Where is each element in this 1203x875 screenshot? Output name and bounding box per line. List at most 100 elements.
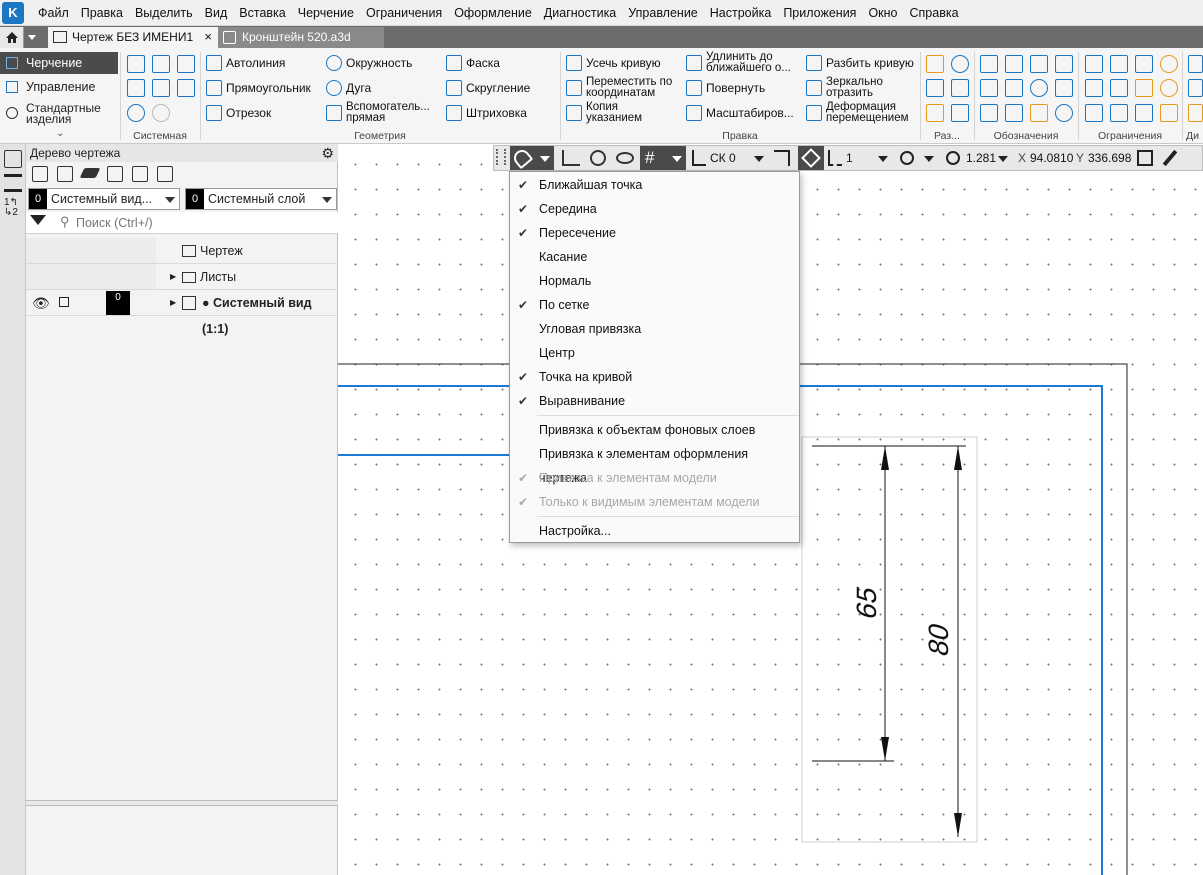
leader-icon[interactable] — [1055, 55, 1073, 73]
extend-button[interactable]: Удлинить до ближайшего о... — [684, 51, 802, 74]
collinear-icon[interactable] — [1110, 79, 1128, 97]
chamfer-button[interactable]: Фаска — [444, 52, 500, 74]
deform-button[interactable]: Деформация перемещением — [804, 101, 918, 124]
menu-2[interactable]: Выделить — [129, 0, 199, 26]
perpendicular-icon[interactable] — [1135, 55, 1153, 73]
save-all-icon[interactable] — [177, 79, 195, 97]
angle-dim-icon[interactable] — [951, 79, 969, 97]
position-icon[interactable] — [1030, 79, 1048, 97]
snap-menu-item[interactable]: Угловая привязка — [510, 317, 799, 341]
snap-menu-item[interactable]: ✔ Ближайшая точка — [510, 173, 799, 197]
hatch-button[interactable]: Штриховка — [444, 102, 527, 124]
table-icon[interactable] — [1005, 104, 1023, 122]
menu-1[interactable]: Правка — [75, 0, 129, 26]
radial-dim-icon[interactable] — [926, 79, 944, 97]
snap-menu-item[interactable]: Привязка к объектам фоновых слоев — [510, 418, 799, 442]
roughness-icon[interactable] — [980, 55, 998, 73]
snap-menu-item[interactable]: Нормаль — [510, 269, 799, 293]
diag3-icon[interactable] — [1188, 104, 1203, 122]
segment-button[interactable]: Отрезок — [204, 102, 271, 124]
filter-icon[interactable] — [30, 215, 46, 225]
snap-toggle-button[interactable] — [510, 146, 554, 170]
fillet-button[interactable]: Скругление — [444, 77, 530, 99]
local-cs-icon[interactable] — [57, 166, 73, 182]
local-snap-icon[interactable] — [562, 150, 580, 166]
copy-button[interactable]: Копия указанием — [564, 101, 664, 124]
fix-icon[interactable] — [1135, 104, 1153, 122]
menu-8[interactable]: Диагностика — [538, 0, 622, 26]
new-file-icon[interactable] — [127, 55, 145, 73]
sheet-icon[interactable] — [157, 166, 173, 182]
redo-icon[interactable] — [152, 104, 170, 122]
lightning-icon[interactable] — [1030, 104, 1048, 122]
menu-5[interactable]: Черчение — [292, 0, 360, 26]
menu-7[interactable]: Оформление — [448, 0, 538, 26]
tree-panel-icon[interactable] — [4, 150, 22, 168]
parallel-icon[interactable] — [1085, 79, 1103, 97]
eyedropper-icon[interactable] — [1162, 149, 1178, 167]
chevron-down-icon[interactable] — [754, 156, 764, 162]
angle-constraint-icon[interactable] — [1160, 104, 1178, 122]
snap-menu-item[interactable]: ✔ Выравнивание — [510, 389, 799, 413]
arc-button[interactable]: Дуга — [324, 77, 371, 99]
open-folder-icon[interactable] — [152, 55, 170, 73]
symmetry-icon[interactable] — [1085, 104, 1103, 122]
search-input[interactable] — [76, 214, 326, 232]
split-curve-button[interactable]: Разбить кривую — [804, 52, 914, 74]
tab-drawing[interactable]: Чертеж БЕЗ ИМЕНИ1 × — [48, 27, 218, 48]
concentric-icon[interactable] — [1160, 79, 1178, 97]
chevron-down-icon[interactable] — [878, 156, 888, 162]
panel-splitter[interactable] — [26, 800, 338, 806]
print-icon[interactable] — [127, 79, 145, 97]
view-select[interactable]: 0 Системный вид... — [28, 188, 180, 210]
circle-button[interactable]: Окружность — [324, 52, 412, 74]
text-a-icon[interactable] — [980, 79, 998, 97]
save-icon[interactable] — [177, 55, 195, 73]
coordinate-input-icon[interactable] — [1137, 150, 1153, 166]
eye-icon[interactable]: 👁 — [32, 290, 50, 316]
text-icon[interactable] — [980, 104, 998, 122]
menu-11[interactable]: Приложения — [777, 0, 862, 26]
snap-menu-item[interactable]: ✔ Точка на кривой — [510, 365, 799, 389]
rectangle-button[interactable]: Прямоугольник — [204, 77, 311, 99]
autoline-button[interactable]: Автолиния — [204, 52, 285, 74]
zoom-window-icon[interactable] — [900, 151, 914, 165]
insert-image-icon[interactable] — [132, 166, 148, 182]
diag-icon[interactable] — [1188, 55, 1203, 73]
menu-6[interactable]: Ограничения — [360, 0, 448, 26]
lock-icon[interactable] — [59, 297, 69, 307]
ribbon-nav-drafting[interactable]: Черчение — [0, 52, 118, 74]
menu-3[interactable]: Вид — [199, 0, 234, 26]
snap-menu-item[interactable]: Центр — [510, 341, 799, 365]
drag-handle-icon[interactable] — [496, 149, 506, 165]
linear-dim-icon[interactable] — [951, 55, 969, 73]
ribbon-nav-standard[interactable]: Стандартные изделия — [0, 102, 118, 125]
menu-4[interactable]: Вставка — [233, 0, 291, 26]
horizontal-constraint-icon[interactable] — [1085, 55, 1103, 73]
trim-curve-button[interactable]: Усечь кривую — [564, 52, 661, 74]
measure-toggle-button[interactable] — [798, 146, 824, 170]
layer-select[interactable]: 0 Системный слой — [185, 188, 337, 210]
menu-9[interactable]: Управление — [622, 0, 704, 26]
menu-0[interactable]: Файл — [32, 0, 75, 26]
arc-dim-icon[interactable] — [951, 104, 969, 122]
chevron-down-icon[interactable] — [998, 156, 1008, 162]
menu-12[interactable]: Окно — [862, 0, 903, 26]
expand-arrow-icon[interactable]: ▶ — [170, 264, 176, 290]
step-value[interactable]: 1 — [846, 146, 853, 170]
tree-node-sheets[interactable]: ▶ Листы — [26, 264, 338, 290]
ortho-mode-icon[interactable] — [774, 150, 790, 166]
mark-icon[interactable] — [1055, 79, 1073, 97]
text-a2-icon[interactable] — [1005, 79, 1023, 97]
home-tab[interactable] — [0, 27, 24, 48]
snap-menu-item[interactable]: ✔ По сетке — [510, 293, 799, 317]
layer-icon[interactable] — [79, 168, 101, 178]
chevron-down-icon[interactable] — [924, 156, 934, 162]
undo-icon[interactable] — [127, 104, 145, 122]
snap-menu-item[interactable]: Касание — [510, 245, 799, 269]
tree-node-system-view[interactable]: 👁 0 ▶ ● Системный вид (1:1) — [26, 290, 338, 336]
close-icon[interactable]: × — [204, 27, 212, 47]
menu-item-settings[interactable]: Настройка... — [510, 519, 799, 543]
aux-line-button[interactable]: Вспомогатель... прямая — [324, 101, 436, 124]
insert-fragment-icon[interactable] — [107, 166, 123, 182]
